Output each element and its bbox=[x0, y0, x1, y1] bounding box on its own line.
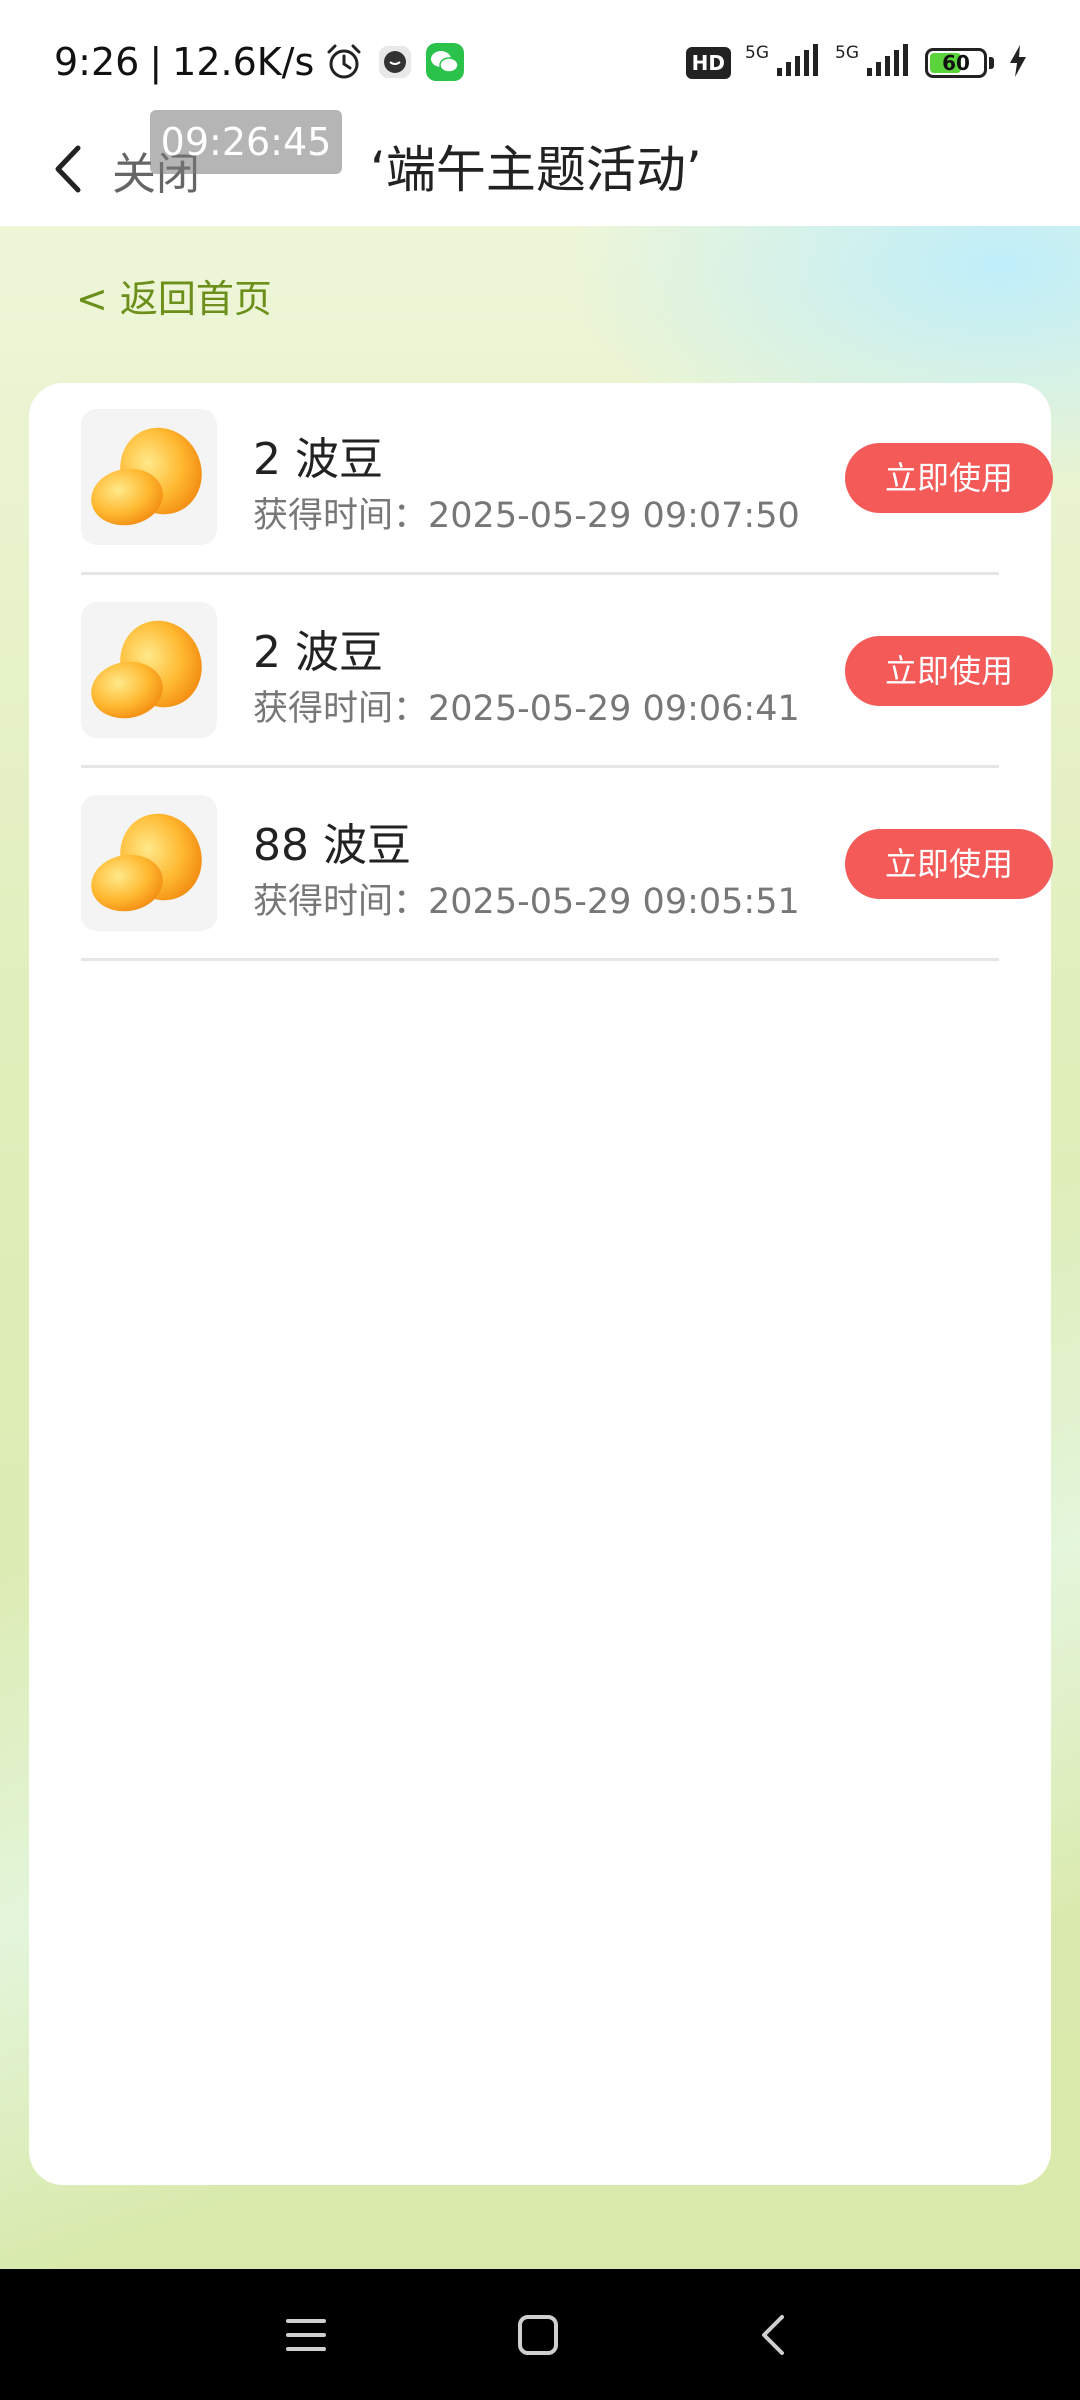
network-label-2: 5G bbox=[835, 43, 859, 63]
chevron-left-icon bbox=[55, 145, 81, 193]
item-title: 2 波豆 bbox=[253, 434, 383, 485]
alarm-icon bbox=[324, 42, 364, 82]
list-item: 2 波豆 获得时间：2025-05-29 09:07:50 立即使用 bbox=[81, 383, 1053, 575]
bean-icon bbox=[81, 602, 217, 738]
net-speed: 12.6K/s bbox=[172, 40, 315, 84]
status-time: 9:26 bbox=[54, 40, 140, 84]
home-icon[interactable] bbox=[506, 2303, 570, 2367]
reward-list-card: 2 波豆 获得时间：2025-05-29 09:07:50 立即使用 2 波豆 … bbox=[29, 383, 1053, 2185]
title-bar: 关闭 09:26:45 ‘端午主题活动’ bbox=[0, 110, 1080, 226]
use-now-button[interactable]: 立即使用 bbox=[845, 636, 1053, 706]
content-area: < 返回首页 2 波豆 获得时间：2025-05-29 09:07:50 立即使… bbox=[0, 226, 1080, 2269]
status-bar: 9:26 | 12.6K/s HD 5G 5G 60 bbox=[0, 0, 1080, 110]
time-label: 获得时间： bbox=[253, 496, 429, 536]
status-separator: | bbox=[149, 40, 163, 84]
item-title: 2 波豆 bbox=[253, 627, 383, 678]
wechat-icon bbox=[426, 43, 465, 81]
menu-icon[interactable] bbox=[274, 2303, 338, 2367]
page: 9:26 | 12.6K/s HD 5G 5G 60 关闭 09:26:45 ‘… bbox=[0, 0, 1080, 2400]
list-item: 2 波豆 获得时间：2025-05-29 09:06:41 立即使用 bbox=[81, 576, 1053, 768]
hd-badge: HD bbox=[685, 47, 731, 79]
time-overlay: 09:26:45 bbox=[150, 110, 342, 174]
list-item: 88 波豆 获得时间：2025-05-29 09:05:51 立即使用 bbox=[81, 769, 1053, 961]
item-time: 获得时间：2025-05-29 09:06:41 bbox=[253, 680, 800, 731]
battery-level: 60 bbox=[942, 51, 970, 75]
app-icon bbox=[378, 45, 412, 79]
time-value: 2025-05-29 09:05:51 bbox=[428, 882, 800, 922]
navigation-bar bbox=[0, 2269, 1080, 2400]
time-value: 2025-05-29 09:07:50 bbox=[428, 496, 800, 536]
use-now-button[interactable]: 立即使用 bbox=[845, 443, 1053, 513]
back-button[interactable] bbox=[42, 134, 102, 204]
back-icon[interactable] bbox=[742, 2303, 806, 2367]
item-time: 获得时间：2025-05-29 09:05:51 bbox=[253, 873, 800, 924]
bean-icon bbox=[81, 795, 217, 931]
status-right: HD 5G 5G 60 bbox=[685, 40, 1028, 86]
time-label: 获得时间： bbox=[253, 882, 429, 922]
battery-icon: 60 bbox=[925, 48, 987, 78]
network-label-1: 5G bbox=[745, 43, 769, 63]
signal-icon-1 bbox=[775, 44, 821, 82]
signal-icon-2 bbox=[865, 44, 911, 82]
back-home-link[interactable]: < 返回首页 bbox=[76, 268, 272, 323]
page-title: ‘端午主题活动’ bbox=[370, 141, 702, 199]
bean-icon bbox=[81, 409, 217, 545]
status-left: 9:26 | 12.6K/s bbox=[54, 34, 465, 90]
item-title: 88 波豆 bbox=[253, 820, 411, 871]
use-now-button[interactable]: 立即使用 bbox=[845, 829, 1053, 899]
time-label: 获得时间： bbox=[253, 689, 429, 729]
battery-cap bbox=[989, 57, 994, 69]
time-value: 2025-05-29 09:06:41 bbox=[428, 689, 800, 729]
charging-icon bbox=[1008, 45, 1028, 81]
item-time: 获得时间：2025-05-29 09:07:50 bbox=[253, 487, 800, 538]
